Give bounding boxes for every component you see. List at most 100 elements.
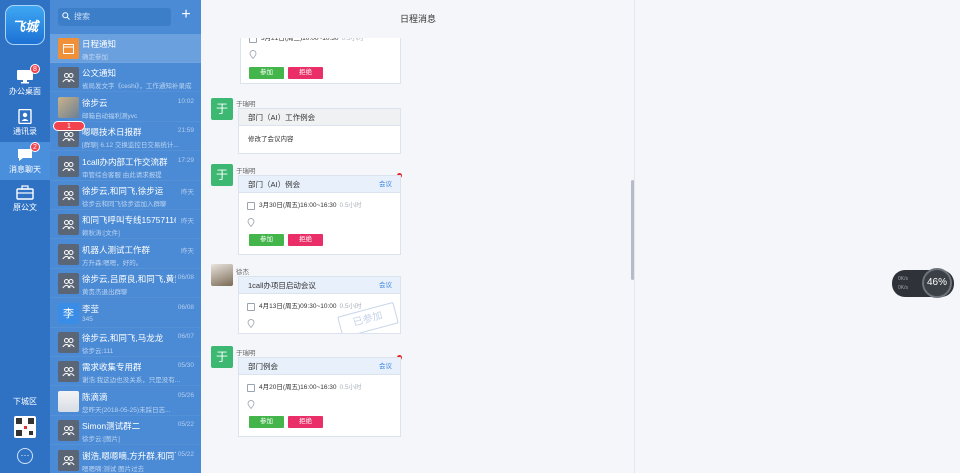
nav-item-messages[interactable]: 2 消息聊天	[0, 142, 50, 180]
reject-button[interactable]: 拒绝	[288, 234, 323, 246]
conversation-time: 昨天	[181, 247, 194, 255]
schedule-title: 部门（AI）工作例会	[239, 109, 400, 126]
conversation-item[interactable]: 陈滴滴 您昨天(2018-05-25)未踩日志... 05/26	[50, 387, 201, 416]
add-button[interactable]: +	[178, 6, 194, 24]
accept-button[interactable]: 参加	[249, 67, 284, 79]
group-icon	[58, 214, 79, 236]
conversation-snippet: 方升森:嗯嗯，好的。	[82, 259, 143, 267]
meeting-tag: 会议	[379, 363, 392, 370]
calendar-icon	[58, 38, 79, 59]
sender-avatar[interactable]: 于	[211, 164, 233, 186]
conversation-item[interactable]: 李李莹 345 06/08	[50, 299, 201, 328]
conversation-item[interactable]: 公文通知省局发文字《ceshi》，工作通知补录成功！	[50, 63, 201, 93]
conversation-item[interactable]: Simon测试群二 徐步云:[图片] 05/22	[50, 416, 201, 446]
conversation-name: 1call办内部工作交流群	[82, 156, 168, 167]
chat-title: 日程消息	[201, 0, 634, 38]
calendar-icon	[247, 202, 255, 210]
conversation-snippet: 徐步云:[图片]	[82, 436, 120, 444]
nav-item-label: 原公文	[13, 203, 37, 212]
schedule-update-body: 修改了会议内容	[248, 136, 294, 143]
conversation-item[interactable]: 徐步云 邮箱自动福利测yvc 10:02	[50, 93, 201, 122]
sender-avatar[interactable]	[211, 264, 233, 286]
group-icon	[58, 420, 79, 442]
conversation-name: 日程通知	[82, 39, 117, 49]
schedule-header: 部门（AI）例会 会议	[239, 176, 400, 193]
conversation-item[interactable]: 1 嗯嗯技术日报群 [群聊] 6.12 交换监控日交易统计... 21:59	[50, 121, 201, 152]
conversation-snippet: 徐步云和同飞徐步运加入群聊	[82, 201, 167, 208]
search-input[interactable]: 搜索	[58, 8, 171, 26]
schedule-time: 4月13日(周五)09:30~10:00	[259, 303, 337, 310]
accept-button[interactable]: 参加	[249, 234, 284, 246]
conversation-item[interactable]: 徐步云,和同飞,徐步运 徐步云和同飞徐步运加入群聊 昨天	[50, 181, 201, 210]
sender-avatar[interactable]: 于	[211, 346, 233, 368]
network-speed-widget[interactable]: 0K/s 0K/s 46%	[892, 268, 954, 298]
location-icon	[247, 319, 255, 328]
conversation-name: 和同飞呼叫专线15757116135	[82, 215, 176, 226]
schedule-time: 4月20日(周五)16:00~16:30	[259, 384, 337, 391]
conversation-name: Simon测试群二	[82, 421, 141, 432]
conversation-snippet: 邮箱自动福利测yvc	[82, 112, 138, 120]
conversation-name: 机器人测试工作群	[82, 244, 151, 255]
detail-panel	[635, 0, 960, 473]
app-logo: 飞城	[5, 5, 45, 45]
schedule-card[interactable]: 1call办项目启动会议 会议 4月13日(周五)09:30~10:00 0.5小时…	[238, 276, 401, 334]
sender-name: 于瑞明	[236, 168, 256, 175]
conversation-name: 陈滴滴	[82, 391, 108, 402]
nav-item-documents[interactable]: 原公文	[0, 180, 50, 218]
nav-item-desktop[interactable]: 8 办公桌面	[0, 64, 50, 102]
upload-speed: 0K/s	[898, 276, 909, 282]
meeting-tag: 会议	[379, 181, 392, 188]
schedule-header: 1call办项目启动会议 会议	[239, 277, 400, 294]
sender-name: 徐杰	[236, 269, 249, 276]
conversation-time: 21:59	[177, 127, 194, 135]
group-icon: 1	[53, 121, 85, 148]
conversation-snippet: 审管综合客服 由此请求报提	[82, 171, 162, 179]
schedule-duration: 0.5小时	[339, 303, 362, 310]
group-icon	[58, 449, 79, 471]
nav-badge: 2	[30, 142, 40, 152]
reject-button[interactable]: 拒绝	[288, 67, 323, 79]
group-icon	[58, 243, 79, 265]
conversation-snippet: 嗯嗯嘀:测试 图片过去	[82, 465, 145, 473]
conversation-item[interactable]: 和同飞呼叫专线15757116135 赖秋涛:[文件] 昨天	[50, 210, 201, 240]
schedule-title: 部门（AI）例会	[248, 180, 301, 189]
conversation-snippet: 徐步云:111	[82, 348, 114, 355]
chat-scrollbar[interactable]	[631, 180, 634, 280]
unread-badge: 1	[53, 121, 85, 132]
monitor-icon: 8	[16, 64, 40, 84]
conversation-name: 需求收集专用群	[82, 362, 142, 373]
conversation-snippet: [群聊] 6.12 交换监控日交易统计...	[82, 142, 179, 150]
conversation-name: 徐步云,和同飞,徐步运	[82, 186, 164, 196]
group-icon	[58, 155, 79, 177]
location-icon	[247, 218, 255, 227]
conversation-item[interactable]: 谢浩,嗯嗯嘀,方升群,和同飞 嗯嗯嘀:测试 图片过去 05/22	[50, 446, 201, 473]
nav-item-contacts[interactable]: 通讯录	[0, 104, 50, 142]
reject-button[interactable]: 拒绝	[288, 416, 323, 428]
conversation-time: 06/08	[177, 274, 194, 282]
conversation-item[interactable]: 徐步云,吕原良,和同飞,黄贵杰黄贵杰退出群聊 06/08	[50, 269, 201, 299]
group-icon	[58, 361, 79, 383]
conversation-snippet: 赖秋涛:[文件]	[82, 230, 120, 238]
conversation-item[interactable]: 1call办内部工作交流群 审管综合客服 由此请求报提 17:29	[50, 152, 201, 181]
conversation-item[interactable]: 徐步云,和同飞,马龙龙 徐步云:111 06/07	[50, 328, 201, 357]
schedule-update-card[interactable]: 部门（AI）工作例会 修改了会议内容	[238, 108, 401, 154]
sender-name: 于瑞明	[236, 350, 256, 357]
sender-avatar[interactable]: 于	[211, 98, 233, 120]
location-icon	[249, 50, 257, 59]
more-menu-icon[interactable]: ···	[17, 448, 33, 464]
accept-button[interactable]: 参加	[249, 416, 284, 428]
conversation-name: 公文通知	[82, 68, 117, 79]
calendar-icon	[247, 384, 255, 392]
conversation-item[interactable]: 机器人测试工作群 方升森:嗯嗯，好的。 昨天	[50, 240, 201, 269]
calendar-icon	[247, 303, 255, 311]
contacts-icon	[16, 108, 34, 125]
conversation-name: 徐步云,和同飞,马龙龙	[82, 333, 164, 343]
search-placeholder: 搜索	[74, 12, 90, 21]
conversation-name: 徐步云	[82, 97, 108, 108]
conversation-item[interactable]: 需求收集专用群 谢浩:我这边也没关系，只是没有... 05/30	[50, 357, 201, 387]
conversation-list: 搜索 + 日程通知确定参加公文通知省局发文字《ceshi》，工作通知补录成功！ 徐…	[50, 0, 201, 473]
qr-code-icon[interactable]	[14, 416, 36, 438]
district-label[interactable]: 下城区	[0, 396, 50, 407]
conversation-name: 谢浩,嗯嗯嘀,方升群,和同飞	[82, 450, 176, 461]
conversation-item[interactable]: 日程通知 确定参加	[50, 34, 201, 63]
